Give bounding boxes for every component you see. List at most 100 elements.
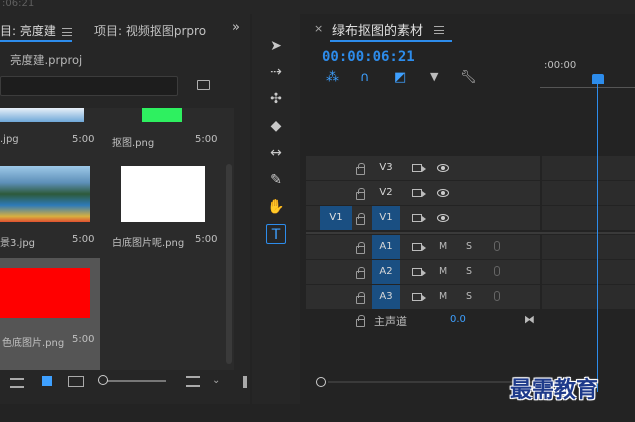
panel-menu-icon[interactable] — [62, 28, 72, 36]
hand-tool-icon[interactable]: ✋ — [266, 197, 286, 217]
panel-menu-icon[interactable] — [434, 26, 444, 34]
mute-button[interactable]: M — [439, 291, 447, 302]
item-duration: 5:00 — [72, 334, 95, 345]
lock-icon[interactable] — [356, 292, 365, 304]
bottom-bar — [0, 404, 635, 422]
linked-selection-icon[interactable]: ◩ — [394, 70, 406, 85]
icon-view-icon[interactable] — [42, 376, 52, 386]
track-lane[interactable] — [542, 156, 635, 180]
master-track-label: 主声道 — [374, 315, 407, 328]
zoom-handle[interactable] — [316, 377, 326, 387]
overflow-chevron-icon[interactable]: » — [232, 20, 240, 35]
solo-button[interactable]: S — [466, 266, 472, 277]
thumbnail-image[interactable] — [0, 166, 90, 222]
lock-icon[interactable] — [356, 213, 365, 225]
lock-icon[interactable] — [356, 315, 365, 327]
track-name[interactable]: V3 — [372, 156, 400, 180]
add-marker-icon[interactable]: ▼ — [430, 70, 438, 83]
playhead-line[interactable] — [597, 84, 598, 392]
tab-project-other[interactable]: 项目: 视频抠图prpro — [94, 22, 206, 39]
item-label: 白底图片呢.png — [112, 238, 185, 249]
freeform-view-icon[interactable] — [68, 376, 84, 387]
track-lane[interactable] — [542, 235, 635, 259]
thumbnail-image[interactable] — [142, 108, 182, 122]
list-view-icon[interactable] — [10, 378, 24, 388]
track-name[interactable]: V1 — [372, 206, 400, 230]
ruler-time-label: :00:00 — [544, 60, 577, 71]
playhead-handle[interactable] — [592, 74, 604, 84]
tab-project-active[interactable]: 目: 亮度建 — [0, 22, 56, 39]
eye-icon[interactable] — [437, 189, 449, 197]
time-ruler[interactable] — [540, 74, 635, 88]
solo-button[interactable]: S — [466, 291, 472, 302]
thumbnail-image[interactable] — [121, 166, 205, 222]
track-name[interactable]: A2 — [372, 260, 400, 284]
track-name[interactable]: A3 — [372, 285, 400, 309]
project-panel: 目: 亮度建 项目: 视频抠图prpro » 亮度建.prproj .jpg 5… — [0, 14, 250, 404]
chevron-down-icon[interactable]: ⌄ — [212, 375, 220, 386]
sync-lock-icon[interactable] — [412, 214, 426, 222]
mute-button[interactable]: M — [439, 266, 447, 277]
item-label: 景3.jpg — [0, 238, 36, 249]
pen-tool-icon[interactable]: ✎ — [266, 170, 286, 190]
eye-icon[interactable] — [437, 214, 449, 222]
zoom-slider[interactable] — [100, 380, 166, 382]
item-duration: 5:00 — [195, 234, 218, 245]
source-patch-v1[interactable]: V1 — [320, 206, 352, 230]
media-grid: .jpg 5:00 抠图.png 5:00 景3.jpg 5:00 白底图片呢.… — [0, 108, 234, 370]
mute-button[interactable]: M — [439, 241, 447, 252]
sync-lock-icon[interactable] — [412, 268, 426, 276]
sync-lock-icon[interactable] — [412, 293, 426, 301]
track-header-a1: A1 M S — [306, 235, 540, 259]
track-header-v3: V3 — [306, 156, 540, 180]
mic-icon[interactable] — [494, 291, 500, 301]
mic-icon[interactable] — [494, 266, 500, 276]
solo-button[interactable]: S — [466, 241, 472, 252]
active-tab-underline — [0, 40, 72, 42]
razor-tool-icon[interactable]: ◆ — [266, 116, 286, 136]
track-divider[interactable] — [306, 232, 635, 234]
scrollbar[interactable] — [226, 164, 232, 364]
sequence-tab[interactable]: 绿布抠图的素材 — [332, 20, 423, 39]
lock-icon[interactable] — [356, 188, 365, 200]
item-duration: 5:00 — [195, 134, 218, 145]
slip-tool-icon[interactable]: ↔ — [266, 143, 286, 163]
timeline-zoom-scrollbar[interactable] — [316, 376, 538, 388]
playhead-timecode[interactable]: 00:00:06:21 — [322, 49, 415, 65]
track-lane[interactable] — [542, 206, 635, 230]
search-input[interactable] — [0, 76, 178, 96]
item-duration: 5:00 — [72, 234, 95, 245]
close-icon[interactable]: × — [314, 22, 323, 35]
wrench-icon[interactable]: 🔧︎ — [460, 70, 477, 85]
track-select-tool-icon[interactable]: ⇢ — [266, 62, 286, 82]
track-lane[interactable] — [542, 260, 635, 284]
lock-icon[interactable] — [356, 267, 365, 279]
track-name[interactable]: V2 — [372, 181, 400, 205]
nest-icon[interactable]: ⁂ — [326, 70, 339, 85]
ripple-edit-tool-icon[interactable]: ✣ — [266, 89, 286, 109]
type-tool-icon[interactable]: T — [266, 224, 286, 244]
zoom-track[interactable] — [328, 381, 538, 383]
sync-lock-icon[interactable] — [412, 189, 426, 197]
thumbnail-image[interactable] — [0, 108, 84, 122]
top-timecode: :06:21 — [2, 0, 35, 9]
go-to-end-icon[interactable]: ⧓ — [524, 313, 535, 326]
sync-lock-icon[interactable] — [412, 243, 426, 251]
sort-icon[interactable] — [186, 376, 200, 387]
folder-icon[interactable] — [197, 80, 210, 90]
selection-tool-icon[interactable]: ➤ — [266, 36, 286, 56]
lock-icon[interactable] — [356, 163, 365, 175]
sync-lock-icon[interactable] — [412, 164, 426, 172]
track-lane[interactable] — [542, 181, 635, 205]
track-lane[interactable] — [542, 285, 635, 309]
snap-icon[interactable]: ∩ — [360, 70, 370, 85]
lock-icon[interactable] — [356, 242, 365, 254]
master-volume-value[interactable]: 0.0 — [450, 314, 466, 325]
zoom-slider-handle[interactable] — [98, 375, 108, 385]
tools-panel: ➤ ⇢ ✣ ◆ ↔ ✎ ✋ T — [252, 14, 300, 404]
mic-icon[interactable] — [494, 241, 500, 251]
track-name[interactable]: A1 — [372, 235, 400, 259]
item-duration: 5:00 — [72, 134, 95, 145]
thumbnail-image[interactable] — [0, 268, 90, 318]
eye-icon[interactable] — [437, 164, 449, 172]
